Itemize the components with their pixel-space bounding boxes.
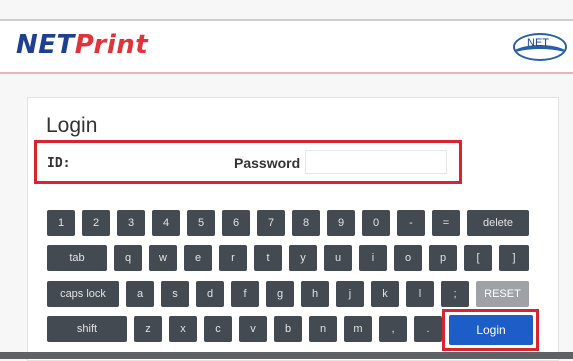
password-input[interactable] (305, 150, 447, 174)
key-x[interactable]: x (169, 316, 197, 342)
key-w[interactable]: w (149, 245, 177, 271)
key-m[interactable]: m (344, 316, 372, 342)
login-button-highlight (442, 309, 539, 351)
key-f[interactable]: f (231, 281, 259, 307)
header-divider (0, 72, 573, 74)
key-6[interactable]: 6 (222, 210, 250, 236)
key-shift[interactable]: shift (47, 316, 127, 342)
key-e[interactable]: e (184, 245, 212, 271)
key-4[interactable]: 4 (152, 210, 180, 236)
key-p[interactable]: p (429, 245, 457, 271)
id-label: ID: (47, 156, 71, 171)
key-l[interactable]: l (406, 281, 434, 307)
badge-text: NET (527, 37, 549, 49)
key-0[interactable]: 0 (362, 210, 390, 236)
key-period[interactable]: . (414, 316, 442, 342)
logo-print-text: Print (74, 30, 149, 60)
key-t[interactable]: t (254, 245, 282, 271)
key-comma[interactable]: , (379, 316, 407, 342)
key-b[interactable]: b (274, 316, 302, 342)
key-delete[interactable]: delete (467, 210, 529, 236)
password-label: Password (234, 155, 301, 171)
key-tab[interactable]: tab (47, 245, 107, 271)
key-equals[interactable]: = (432, 210, 460, 236)
key-3[interactable]: 3 (117, 210, 145, 236)
header-bar: NETPrint NET (0, 21, 573, 73)
key-v[interactable]: v (239, 316, 267, 342)
key-semicolon[interactable]: ; (441, 281, 469, 307)
key-n[interactable]: n (309, 316, 337, 342)
key-right-bracket[interactable]: ] (499, 245, 529, 271)
key-q[interactable]: q (114, 245, 142, 271)
login-title: Login (46, 114, 98, 137)
key-i[interactable]: i (359, 245, 387, 271)
key-h[interactable]: h (301, 281, 329, 307)
key-left-bracket[interactable]: [ (464, 245, 492, 271)
netprint-logo: NETPrint (16, 30, 148, 60)
key-r[interactable]: r (219, 245, 247, 271)
key-y[interactable]: y (289, 245, 317, 271)
logo-net-text: NET (16, 30, 75, 60)
key-a[interactable]: a (126, 281, 154, 307)
key-7[interactable]: 7 (257, 210, 285, 236)
footer-bar (0, 352, 573, 359)
key-minus[interactable]: - (397, 210, 425, 236)
reset-button[interactable]: RESET (476, 281, 529, 307)
key-c[interactable]: c (204, 316, 232, 342)
key-z[interactable]: z (134, 316, 162, 342)
credentials-box: ID: Password (34, 140, 462, 184)
key-o[interactable]: o (394, 245, 422, 271)
key-u[interactable]: u (324, 245, 352, 271)
key-8[interactable]: 8 (292, 210, 320, 236)
key-caps-lock[interactable]: caps lock (47, 281, 119, 307)
key-2[interactable]: 2 (82, 210, 110, 236)
key-1[interactable]: 1 (47, 210, 75, 236)
key-d[interactable]: d (196, 281, 224, 307)
key-s[interactable]: s (161, 281, 189, 307)
key-j[interactable]: j (336, 281, 364, 307)
id-input[interactable] (73, 149, 227, 177)
key-5[interactable]: 5 (187, 210, 215, 236)
key-g[interactable]: g (266, 281, 294, 307)
key-9[interactable]: 9 (327, 210, 355, 236)
key-k[interactable]: k (371, 281, 399, 307)
net-badge-logo: NET (513, 33, 567, 61)
